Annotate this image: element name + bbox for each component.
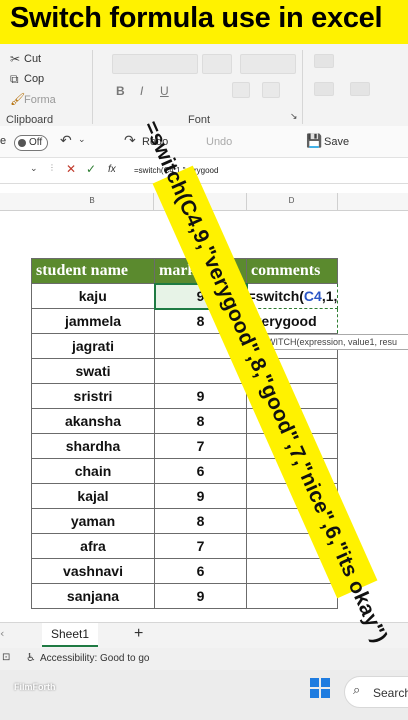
marks-cell[interactable]: 6	[154, 558, 247, 584]
font-size-buttons[interactable]	[240, 54, 296, 74]
editing-text-post: ,1,	[321, 288, 338, 304]
bold-button[interactable]: B	[116, 84, 125, 98]
comment-cell-editing[interactable]: =switch(C4,1,	[245, 283, 339, 309]
align-center-button[interactable]	[350, 82, 370, 96]
search-label: Search	[373, 686, 408, 700]
accessibility-status[interactable]: Accessibility: Good to go	[40, 653, 150, 664]
save-icon[interactable]: 💾	[306, 134, 322, 149]
status-bar: ⊡ ♿ Accessibility: Good to go	[0, 648, 408, 670]
group-separator	[302, 50, 303, 124]
name-cell[interactable]: shardha	[31, 433, 155, 459]
fill-color-button[interactable]	[232, 82, 250, 98]
marks-cell[interactable]: 7	[154, 433, 247, 459]
name-cell[interactable]: afra	[31, 533, 155, 559]
editing-cell-ref: C4	[303, 288, 322, 304]
font-color-button[interactable]	[262, 82, 280, 98]
marks-cell[interactable]: 6	[154, 458, 247, 484]
table-row: jammela 8 "verygood	[31, 308, 339, 334]
marks-cell[interactable]: 9	[154, 483, 247, 509]
windows-start-icon[interactable]	[310, 678, 330, 698]
align-left-button[interactable]	[314, 82, 334, 96]
scissors-icon[interactable]: ✂	[10, 52, 20, 66]
table-row: kaju 9 =switch(C4,1,	[31, 282, 339, 310]
save-button[interactable]: Save	[324, 136, 349, 148]
marks-cell[interactable]: 9	[154, 583, 247, 609]
format-painter-icon[interactable]: 🖌	[10, 92, 25, 106]
font-name-select[interactable]	[112, 54, 198, 74]
cut-button[interactable]: Cut	[24, 53, 41, 65]
header-comments[interactable]: comments	[245, 258, 339, 284]
autosave-label: e	[0, 135, 7, 147]
name-cell[interactable]: sristri	[31, 383, 155, 409]
undo-icon[interactable]: ↶	[60, 133, 72, 149]
editing-text-pre: =switch(	[247, 288, 304, 304]
sheet-tabs-bar: ‹ Sheet1 +	[0, 622, 408, 648]
column-header-d[interactable]: D	[246, 196, 337, 210]
underline-button[interactable]: U	[160, 84, 169, 98]
title-banner: Switch formula use in excel	[0, 0, 408, 44]
table-row: vashnavi 6	[31, 558, 339, 584]
undo-button[interactable]: Undo	[206, 136, 232, 148]
taskbar: FilmForth ⌕ Search	[0, 670, 408, 720]
name-cell[interactable]: vashnavi	[31, 558, 155, 584]
name-cell[interactable]: sanjana	[31, 583, 155, 609]
confirm-icon[interactable]: ✓	[86, 162, 96, 176]
taskbar-search[interactable]: ⌕ Search	[344, 676, 408, 708]
autosave-toggle[interactable]: Off	[14, 135, 48, 151]
function-signature-tooltip: SWITCH(expression, value1, resu	[256, 334, 408, 350]
insert-function-icon[interactable]: fx	[108, 164, 116, 175]
name-cell[interactable]: jammela	[31, 308, 155, 334]
clipboard-group-label: Clipboard	[6, 114, 54, 126]
macro-icon[interactable]: ⊡	[2, 652, 10, 663]
font-group-label: Font	[188, 114, 211, 126]
sheet-tab-sheet1[interactable]: Sheet1	[42, 623, 98, 647]
ribbon: ✂ Cut ⧉ Cop 🖌 Forma Clipboard B I U Font…	[0, 44, 408, 126]
name-cell[interactable]: jagrati	[31, 333, 155, 359]
table-row: yaman 8	[31, 508, 339, 534]
name-cell[interactable]: yaman	[31, 508, 155, 534]
marks-cell[interactable]: 9	[154, 383, 247, 409]
accessibility-icon[interactable]: ♿	[26, 651, 36, 664]
font-size-select[interactable]	[202, 54, 232, 74]
align-top-button[interactable]	[314, 54, 334, 68]
watermark-text: FilmForth	[14, 682, 56, 692]
comment-cell[interactable]	[245, 583, 339, 609]
table-header-row: student name marks comments	[31, 258, 339, 284]
name-cell[interactable]: chain	[31, 458, 155, 484]
dialog-launcher-icon[interactable]: ↘	[290, 112, 298, 122]
scroll-left-icon[interactable]: ‹	[0, 627, 4, 640]
column-header-b[interactable]: B	[31, 196, 153, 210]
name-cell[interactable]: kaju	[31, 283, 155, 309]
header-student-name[interactable]: student name	[31, 258, 155, 284]
autosave-state: Off	[29, 137, 43, 148]
table-row: sanjana 9	[31, 583, 339, 609]
redo-icon[interactable]: ↷	[124, 133, 136, 149]
cancel-icon[interactable]: ✕	[66, 162, 76, 176]
table-row: afra 7	[31, 533, 339, 559]
marks-cell[interactable]: 8	[154, 408, 247, 434]
italic-button[interactable]: I	[140, 84, 143, 98]
group-separator	[92, 50, 93, 124]
quick-access-toolbar: e Off ↶ ⌄ ↷ Redo Undo 💾 Save	[0, 126, 408, 158]
name-cell[interactable]: akansha	[31, 408, 155, 434]
search-icon: ⌕	[353, 683, 361, 698]
name-cell[interactable]: kajal	[31, 483, 155, 509]
toggle-knob	[18, 139, 26, 147]
name-box-dropdown-icon[interactable]: ⌄	[30, 164, 38, 174]
chevron-down-icon[interactable]: ⌄	[78, 135, 86, 145]
more-icon: ⋮	[48, 163, 56, 172]
video-title: Switch formula use in excel	[10, 2, 383, 34]
add-sheet-button[interactable]: +	[134, 625, 143, 643]
table-row: swati	[31, 358, 339, 384]
copy-button[interactable]: Cop	[24, 73, 44, 85]
marks-cell[interactable]: 8	[154, 508, 247, 534]
copy-icon[interactable]: ⧉	[10, 72, 19, 87]
marks-cell[interactable]: 7	[154, 533, 247, 559]
column-divider	[337, 193, 338, 211]
format-painter-button[interactable]: Forma	[24, 94, 56, 106]
formula-bar: ⌄ ⋮ ✕ ✓ fx =switch(C4,1,"verygood	[0, 158, 408, 184]
name-cell[interactable]: swati	[31, 358, 155, 384]
